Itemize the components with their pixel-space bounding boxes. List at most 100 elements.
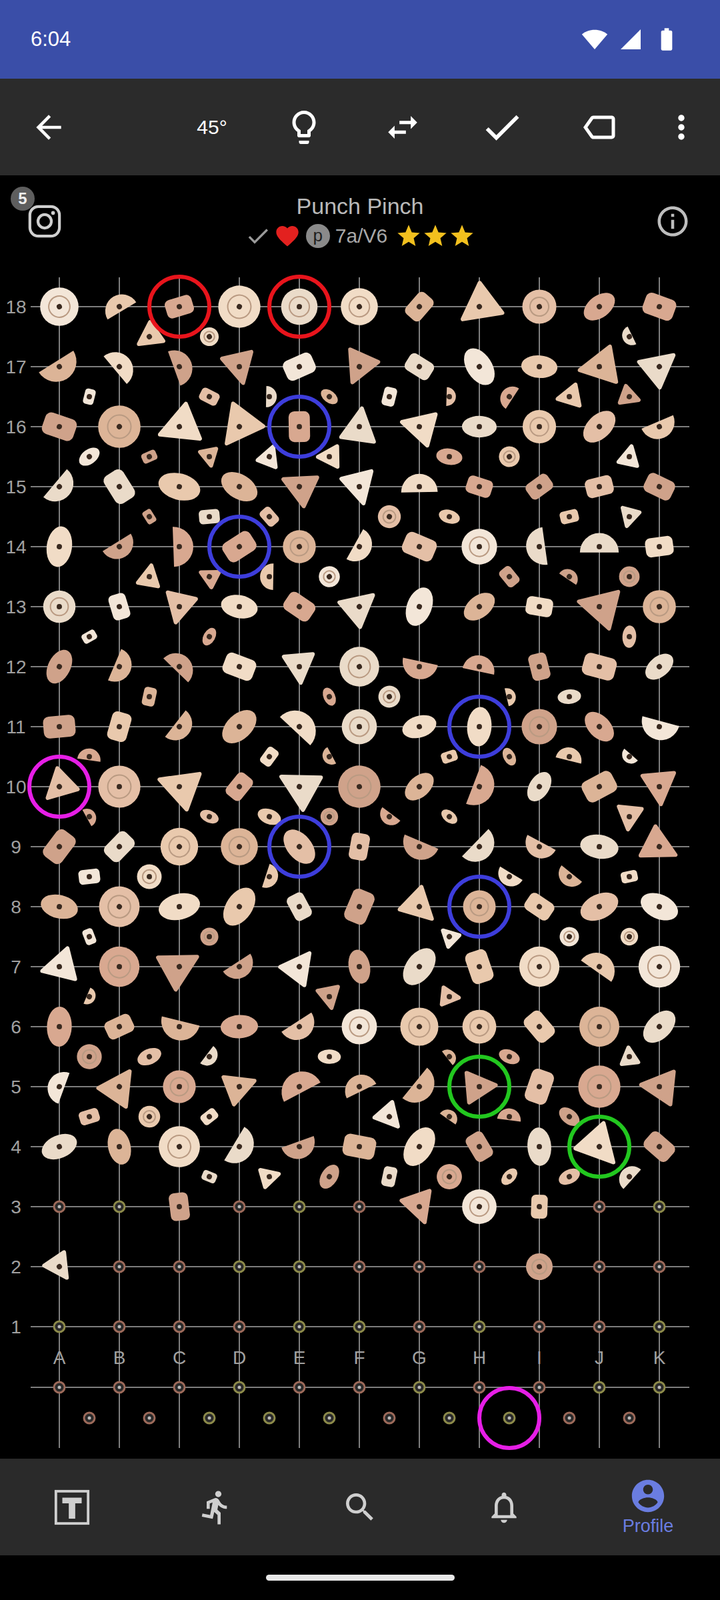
logo-icon[interactable] [52, 1488, 92, 1527]
hold [223, 770, 255, 803]
hold [522, 1067, 556, 1107]
route-hold[interactable] [569, 1116, 630, 1177]
grade: 7a/V6 [335, 222, 388, 249]
hold [458, 886, 500, 927]
hold [220, 1014, 259, 1040]
hold [107, 592, 132, 622]
hold [464, 474, 494, 499]
hold [400, 530, 439, 564]
hold [341, 471, 379, 508]
hold [578, 832, 621, 862]
nav-label[interactable]: Profile [622, 1515, 674, 1538]
board: 181716151413121110987654321ABCDEFGHIJK [0, 266, 720, 1459]
wifi-icon [581, 26, 608, 53]
hold [495, 442, 524, 471]
hold [522, 767, 556, 806]
bolt [234, 1261, 245, 1272]
bolt [114, 1261, 125, 1272]
gesture-pill[interactable] [266, 1574, 455, 1581]
route-hold[interactable] [479, 1388, 540, 1448]
route-hold[interactable] [269, 276, 330, 337]
hold [284, 654, 316, 684]
toolbar-slot[interactable] [369, 100, 436, 154]
p-badge: p [306, 224, 330, 248]
toolbar-slot[interactable] [468, 100, 536, 154]
clock: 6:04 [30, 24, 71, 56]
star-icon [395, 222, 422, 250]
hold [580, 945, 622, 982]
hold [168, 345, 198, 386]
more-icon[interactable] [662, 108, 700, 146]
nav-item[interactable] [288, 1474, 432, 1541]
bolt [534, 1321, 545, 1332]
row-label: 16 [5, 416, 26, 438]
hold [638, 585, 681, 628]
hold [616, 806, 642, 831]
lightbulb-icon[interactable] [284, 107, 324, 148]
route-hold[interactable] [209, 516, 270, 577]
route-hold[interactable] [269, 396, 330, 457]
column-label: J [594, 1347, 604, 1368]
instagram-icon[interactable] [26, 202, 64, 240]
nav-item[interactable]: Profile [576, 1474, 720, 1541]
heart-icon[interactable] [274, 222, 301, 250]
instagram-button[interactable]: 5 [26, 202, 64, 240]
bell-icon[interactable] [485, 1488, 523, 1526]
nav-icon-holder [341, 1488, 379, 1526]
toolbar-slot[interactable] [15, 100, 82, 154]
nav-item[interactable] [144, 1474, 288, 1541]
climb-meta: p7a/V6 [244, 222, 476, 250]
search-icon[interactable] [341, 1488, 379, 1526]
check-icon[interactable] [479, 104, 525, 150]
hold [432, 1159, 467, 1194]
info-icon[interactable] [654, 203, 691, 240]
route-hold[interactable] [449, 696, 510, 757]
hold [520, 354, 558, 380]
hold [579, 706, 620, 747]
back-arrow-icon[interactable] [30, 108, 68, 146]
hold [521, 1008, 558, 1046]
profile-icon[interactable] [628, 1476, 668, 1516]
toolbar-slot[interactable] [648, 100, 715, 154]
route-hold[interactable] [269, 816, 330, 877]
bolt [294, 1321, 305, 1332]
route-hold[interactable] [149, 276, 210, 337]
route-hold[interactable] [449, 876, 510, 937]
tag-icon[interactable] [580, 107, 620, 148]
hold [374, 682, 404, 712]
sent-check-icon[interactable] [244, 222, 272, 250]
toolbar-slot[interactable] [270, 100, 338, 154]
climb-title: Punch Pinch [296, 192, 424, 220]
hold [397, 834, 438, 866]
bolt [594, 1382, 605, 1393]
hold [497, 564, 521, 590]
bolt [474, 1382, 485, 1393]
hold [141, 686, 158, 708]
hold [280, 944, 322, 986]
row-label: 6 [10, 1016, 22, 1038]
hold [522, 890, 556, 923]
swap-icon[interactable] [383, 108, 422, 147]
toolbar-slot[interactable]: 45° [178, 100, 246, 154]
row-label: 11 [6, 716, 26, 738]
hold [280, 350, 318, 383]
angle-button[interactable]: 45° [196, 112, 227, 142]
hold [553, 865, 582, 892]
route-hold[interactable] [29, 756, 90, 817]
signal-icon [618, 27, 643, 52]
hold [463, 947, 496, 986]
hold [44, 1252, 77, 1284]
hold [198, 508, 221, 525]
toolbar-slot[interactable] [566, 100, 634, 154]
nav-item[interactable] [0, 1474, 144, 1541]
route-hold[interactable] [449, 1056, 510, 1117]
hold [98, 1062, 144, 1107]
hold [140, 448, 158, 465]
hold [375, 807, 400, 830]
hold [392, 1000, 447, 1054]
climber-icon[interactable] [197, 1488, 235, 1526]
nav-item[interactable] [432, 1474, 576, 1541]
hold [401, 1190, 439, 1227]
bolt [444, 1412, 455, 1424]
hold [82, 388, 96, 406]
